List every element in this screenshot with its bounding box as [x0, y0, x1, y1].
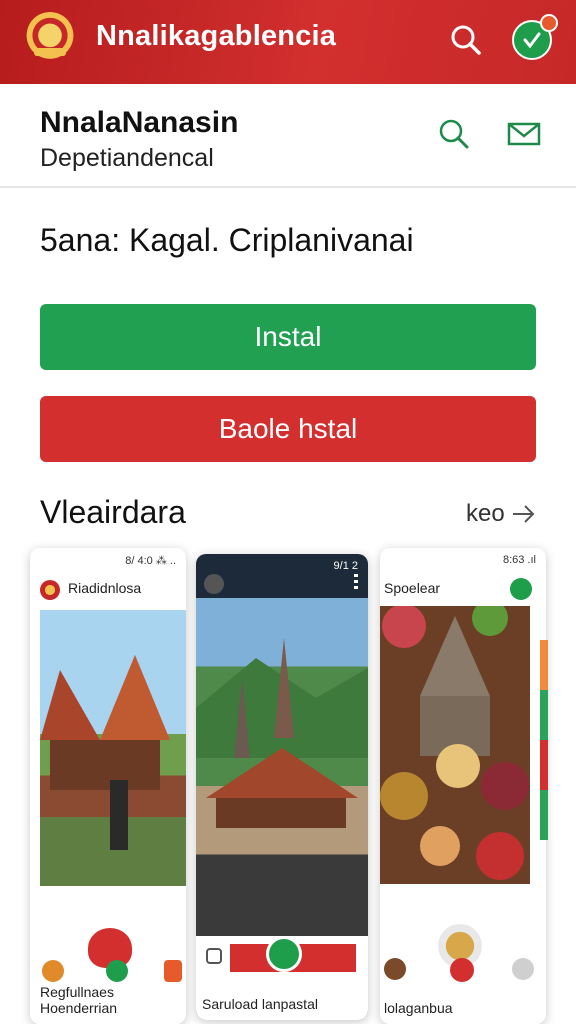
bottom-nav: Saruload lanpastal — [196, 936, 368, 1020]
temple-landscape-photo — [196, 598, 368, 940]
beta-install-button[interactable]: Baole hstal — [40, 396, 536, 462]
person-icon[interactable] — [106, 960, 128, 982]
screenshot-title: Spoelear — [384, 580, 441, 596]
screenshot-caption: Regfullnaes Hoenderrian — [40, 984, 118, 1016]
star-icon[interactable] — [450, 958, 474, 982]
status-bar: 9/1 2 — [333, 560, 358, 572]
screenshots-carousel[interactable]: 8/ 4:0 ⁂ .. Riadidnlosa Regfullnaes Hoen… — [0, 540, 576, 1024]
developer-department: Depetiandencal — [40, 144, 214, 172]
app-bar: Nnalikagablencia — [0, 0, 576, 84]
app-subtitle: 5ana: Kagal. Criplanivanai — [40, 222, 414, 258]
developer-header: NnalaNanasin Depetiandencal — [0, 84, 576, 188]
profile-icon[interactable] — [510, 578, 532, 600]
screenshot-card[interactable]: 8/ 4:0 ⁂ .. Riadidnlosa Regfullnaes Hoen… — [30, 548, 186, 1024]
screenshot-caption: Saruload lanpastal — [202, 996, 318, 1012]
notification-badge — [540, 14, 558, 32]
food-icon[interactable] — [42, 960, 64, 982]
search-icon[interactable] — [446, 20, 486, 60]
more-link-label: keo — [466, 500, 505, 527]
install-button[interactable]: Instal — [40, 304, 536, 370]
check-icon[interactable] — [266, 936, 302, 972]
app-icon — [40, 580, 60, 600]
square-icon[interactable] — [206, 948, 222, 964]
grid-icon[interactable] — [164, 960, 182, 982]
app-bar-title: Nnalikagablencia — [96, 20, 337, 52]
search-icon[interactable] — [434, 114, 474, 154]
temple-photo — [40, 610, 186, 886]
screenshot-caption: lolaganbua — [384, 1000, 453, 1016]
bottom-nav: Regfullnaes Hoenderrian — [30, 928, 186, 1024]
next-card-peek[interactable] — [540, 640, 548, 840]
food-icon[interactable] — [384, 958, 406, 980]
status-bar: 8/ 4:0 ⁂ .. — [125, 555, 176, 567]
screenshots-section-title: Vleairdara — [40, 494, 186, 530]
check-icon — [523, 32, 541, 49]
arrow-right-icon — [512, 505, 535, 523]
status-bar: 8:63 .ıl — [502, 554, 536, 566]
menu-icon[interactable] — [354, 574, 358, 590]
more-link[interactable]: keo — [466, 500, 537, 528]
user-icon[interactable] — [512, 958, 534, 980]
food-spread-photo — [380, 600, 530, 884]
screenshot-card[interactable]: 8:63 .ıl Spoelear lolaganbua — [380, 548, 546, 1024]
back-icon[interactable] — [204, 574, 224, 594]
screenshot-title: Riadidnlosa — [68, 580, 142, 596]
developer-name[interactable]: NnalaNanasin — [40, 106, 238, 140]
bottom-nav: lolaganbua — [380, 924, 546, 1024]
mail-icon[interactable] — [506, 120, 542, 148]
emblem-logo — [24, 12, 76, 64]
screenshot-card[interactable]: 9/1 2 Saruload lanpastal — [196, 554, 368, 1020]
